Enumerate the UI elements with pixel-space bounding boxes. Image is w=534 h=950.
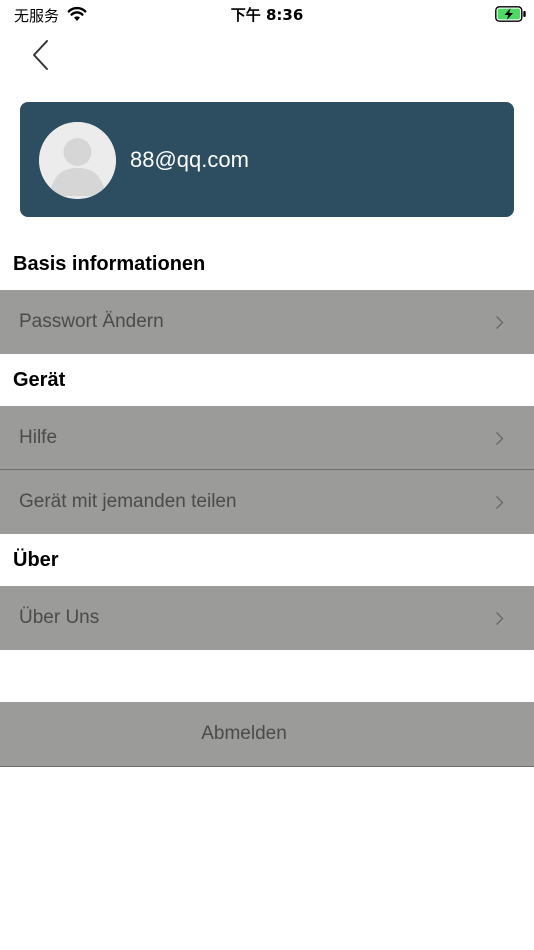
chevron-left-icon [33,40,48,70]
avatar [39,122,116,199]
change-password-row[interactable]: Passwort Ändern [0,290,534,354]
row-label: Passwort Ändern [19,311,164,332]
profile-card[interactable]: 88@qq.com [20,102,514,217]
row-label: Gerät mit jemanden teilen [19,491,237,512]
default-avatar-icon [39,122,116,199]
about-us-row[interactable]: Über Uns [0,586,534,650]
chevron-right-icon [496,496,504,509]
status-time: 下午 8:36 [230,6,304,24]
row-label: Hilfe [19,427,58,448]
help-row[interactable]: Hilfe [0,406,534,470]
profile-email: 88@qq.com [130,147,249,172]
back-button[interactable] [26,38,56,72]
chevron-right-icon [496,612,504,625]
status-bar: 无服务 下午 8:36 [0,0,534,30]
chevron-right-icon [496,432,504,445]
section-title-device: Gerät [13,369,66,391]
section-title-basis: Basis informationen [13,253,206,275]
row-label: Über Uns [19,607,100,628]
share-device-row[interactable]: Gerät mit jemanden teilen [0,470,534,534]
logout-label: Abmelden [201,723,287,744]
battery-charging-icon [495,6,527,22]
section-title-about: Über [13,549,59,571]
logout-button[interactable]: Abmelden [0,702,534,767]
chevron-right-icon [496,316,504,329]
